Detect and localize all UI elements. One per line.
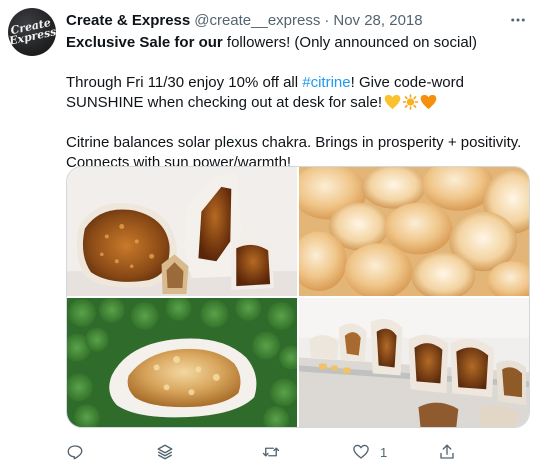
tweet-bold-text: Exclusive Sale for our: [66, 34, 223, 51]
like-count: 1: [380, 444, 388, 460]
action-bar: 1: [66, 440, 486, 464]
photo-4[interactable]: [299, 298, 529, 427]
orange-heart-icon: [420, 94, 437, 110]
author-display-name[interactable]: Create & Express: [66, 12, 190, 29]
reply-button[interactable]: [66, 440, 94, 464]
tweet-card[interactable]: Create Express Create & Express @create_…: [0, 0, 540, 476]
media-grid: [66, 166, 530, 428]
share-icon: [440, 444, 454, 459]
tweet-text-before-hashtag: Through Fri 11/30 enjoy 10% off all: [66, 74, 303, 91]
photo-2[interactable]: [299, 167, 529, 296]
author-handle[interactable]: @create__express: [194, 12, 320, 29]
retweet-button[interactable]: [262, 440, 290, 464]
retweet-icon: [262, 447, 280, 457]
hashtag-link[interactable]: #citrine: [302, 74, 350, 91]
emoji-group: [384, 94, 438, 110]
sun-icon: [402, 94, 419, 110]
tweet-text-rest: followers! (Only announced on social): [222, 34, 478, 51]
avatar[interactable]: Create Express: [8, 8, 56, 56]
share-button[interactable]: [438, 440, 466, 464]
photo-1[interactable]: [67, 167, 297, 296]
reply-icon: [67, 445, 83, 460]
tweet-header: Create & Express @create__express · Nov …: [66, 10, 500, 30]
stack-button[interactable]: [156, 440, 174, 464]
avatar-logo: Create Express: [8, 16, 56, 48]
header-separator: ·: [324, 11, 330, 29]
tweet-paragraph-1: Exclusive Sale for our followers! (Only …: [66, 33, 532, 53]
layers-icon: [157, 444, 173, 460]
tweet-timestamp[interactable]: Nov 28, 2018: [333, 12, 422, 29]
more-options-icon[interactable]: [508, 10, 528, 30]
heart-icon: [353, 444, 369, 459]
yellow-heart-icon: [384, 94, 401, 110]
tweet-paragraph-2: Through Fri 11/30 enjoy 10% off all #cit…: [66, 73, 532, 113]
photo-3[interactable]: [67, 298, 297, 427]
like-button[interactable]: 1: [352, 440, 387, 464]
